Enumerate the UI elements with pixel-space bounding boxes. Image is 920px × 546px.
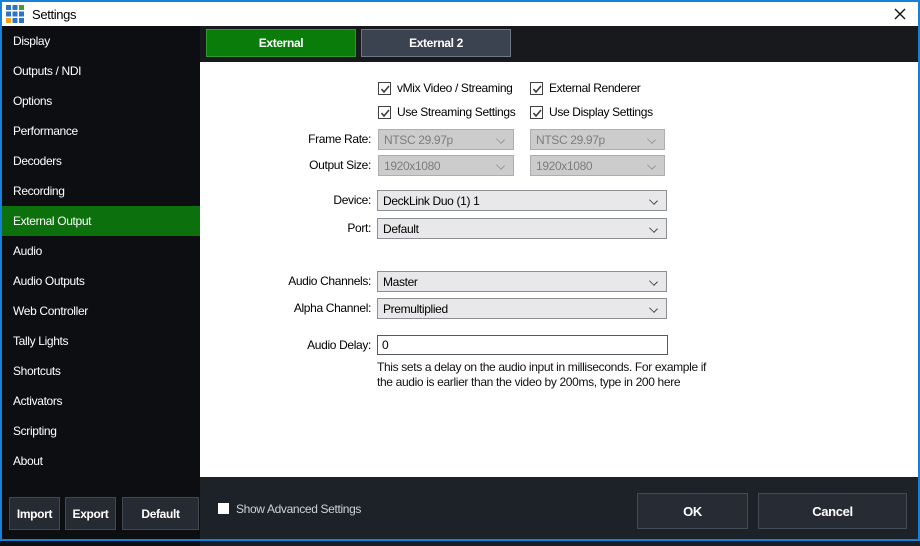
checkmark-icon <box>379 83 392 96</box>
audio-delay-input[interactable]: 0 <box>377 335 668 355</box>
port-select[interactable]: Default <box>377 218 667 239</box>
close-button[interactable] <box>888 3 912 25</box>
title-bar: Settings <box>2 2 918 26</box>
tab-bar: ExternalExternal 2 <box>200 26 918 62</box>
chevron-down-icon <box>647 135 656 144</box>
chevron-down-icon <box>649 304 658 313</box>
vmix-logo-icon <box>6 5 24 23</box>
window-title: Settings <box>32 7 76 22</box>
chevron-down-icon <box>496 161 505 170</box>
external-renderer-label: External Renderer <box>549 81 640 95</box>
sidebar-item-recording[interactable]: Recording <box>2 176 200 206</box>
external-renderer-checkbox-row: External Renderer <box>530 81 640 95</box>
port-label: Port: <box>200 218 371 239</box>
use-streaming-settings-checkbox-row: Use Streaming Settings <box>378 105 515 119</box>
sidebar-item-tally-lights[interactable]: Tally Lights <box>2 326 200 356</box>
sidebar-item-outputs-ndi[interactable]: Outputs / NDI <box>2 56 200 86</box>
sidebar-nav: DisplayOutputs / NDIOptionsPerformanceDe… <box>2 26 200 539</box>
sidebar-button-row: Import Export Default <box>4 497 202 530</box>
sidebar-item-external-output[interactable]: External Output <box>2 206 200 236</box>
show-advanced-settings-row: Show Advanced Settings <box>218 502 361 515</box>
audio-delay-help-text: This sets a delay on the audio input in … <box>377 360 877 390</box>
sidebar-item-about[interactable]: About <box>2 446 200 476</box>
frame-rate-label: Frame Rate: <box>200 129 371 150</box>
chevron-down-icon <box>647 161 656 170</box>
sidebar-item-options[interactable]: Options <box>2 86 200 116</box>
output-size-label: Output Size: <box>200 155 371 176</box>
main-panel: ExternalExternal 2 vMix Video / Streamin… <box>200 26 918 539</box>
audio-channels-select[interactable]: Master <box>377 271 667 292</box>
use-streaming-settings-checkbox[interactable] <box>378 106 391 119</box>
use-display-settings-checkbox-row: Use Display Settings <box>530 105 653 119</box>
audio-delay-help-line-1: This sets a delay on the audio input in … <box>377 360 877 375</box>
output-size-select-1: 1920x1080 <box>378 155 514 176</box>
footer-bar: Show Advanced Settings OK Cancel <box>200 477 918 539</box>
vmix-video-streaming-label: vMix Video / Streaming <box>397 81 512 95</box>
sidebar-item-audio[interactable]: Audio <box>2 236 200 266</box>
external-renderer-checkbox[interactable] <box>530 82 543 95</box>
default-button[interactable]: Default <box>122 497 199 530</box>
checkmark-icon <box>379 107 392 120</box>
sidebar-item-display[interactable]: Display <box>2 26 200 56</box>
tab-external[interactable]: External <box>206 29 356 57</box>
use-display-settings-label: Use Display Settings <box>549 105 653 119</box>
device-label: Device: <box>200 190 371 211</box>
chevron-down-icon <box>649 196 658 205</box>
chevron-down-icon <box>649 224 658 233</box>
sidebar-item-audio-outputs[interactable]: Audio Outputs <box>2 266 200 296</box>
audio-channels-label: Audio Channels: <box>200 271 371 292</box>
cancel-button[interactable]: Cancel <box>758 493 907 529</box>
tab-external-2[interactable]: External 2 <box>361 29 511 57</box>
vmix-video-streaming-checkbox-row: vMix Video / Streaming <box>378 81 512 95</box>
external-output-form: vMix Video / Streaming External Renderer <box>200 62 918 477</box>
sidebar-item-decoders[interactable]: Decoders <box>2 146 200 176</box>
audio-delay-label: Audio Delay: <box>200 335 371 355</box>
sidebar-item-web-controller[interactable]: Web Controller <box>2 296 200 326</box>
use-streaming-settings-label: Use Streaming Settings <box>397 105 515 119</box>
sidebar-item-performance[interactable]: Performance <box>2 116 200 146</box>
checkmark-icon <box>531 107 544 120</box>
export-button[interactable]: Export <box>65 497 116 530</box>
ok-button[interactable]: OK <box>637 493 748 529</box>
frame-rate-select-2: NTSC 29.97p <box>530 129 665 150</box>
use-display-settings-checkbox[interactable] <box>530 106 543 119</box>
alpha-channel-select[interactable]: Premultiplied <box>377 298 667 319</box>
sidebar-item-scripting[interactable]: Scripting <box>2 416 200 446</box>
checkmark-icon <box>531 83 544 96</box>
device-select[interactable]: DeckLink Duo (1) 1 <box>377 190 667 211</box>
alpha-channel-label: Alpha Channel: <box>200 298 371 319</box>
chevron-down-icon <box>496 135 505 144</box>
show-advanced-settings-checkbox[interactable] <box>218 503 229 514</box>
output-size-select-2: 1920x1080 <box>530 155 665 176</box>
vmix-video-streaming-checkbox[interactable] <box>378 82 391 95</box>
sidebar-item-shortcuts[interactable]: Shortcuts <box>2 356 200 386</box>
import-button[interactable]: Import <box>9 497 60 530</box>
frame-rate-select-1: NTSC 29.97p <box>378 129 514 150</box>
chevron-down-icon <box>649 277 658 286</box>
show-advanced-settings-label: Show Advanced Settings <box>236 502 361 516</box>
close-icon <box>894 8 906 20</box>
sidebar-item-activators[interactable]: Activators <box>2 386 200 416</box>
audio-delay-help-line-2: the audio is earlier than the video by 2… <box>377 375 877 390</box>
settings-window: Settings DisplayOutputs / NDIOptionsPerf… <box>0 0 920 541</box>
